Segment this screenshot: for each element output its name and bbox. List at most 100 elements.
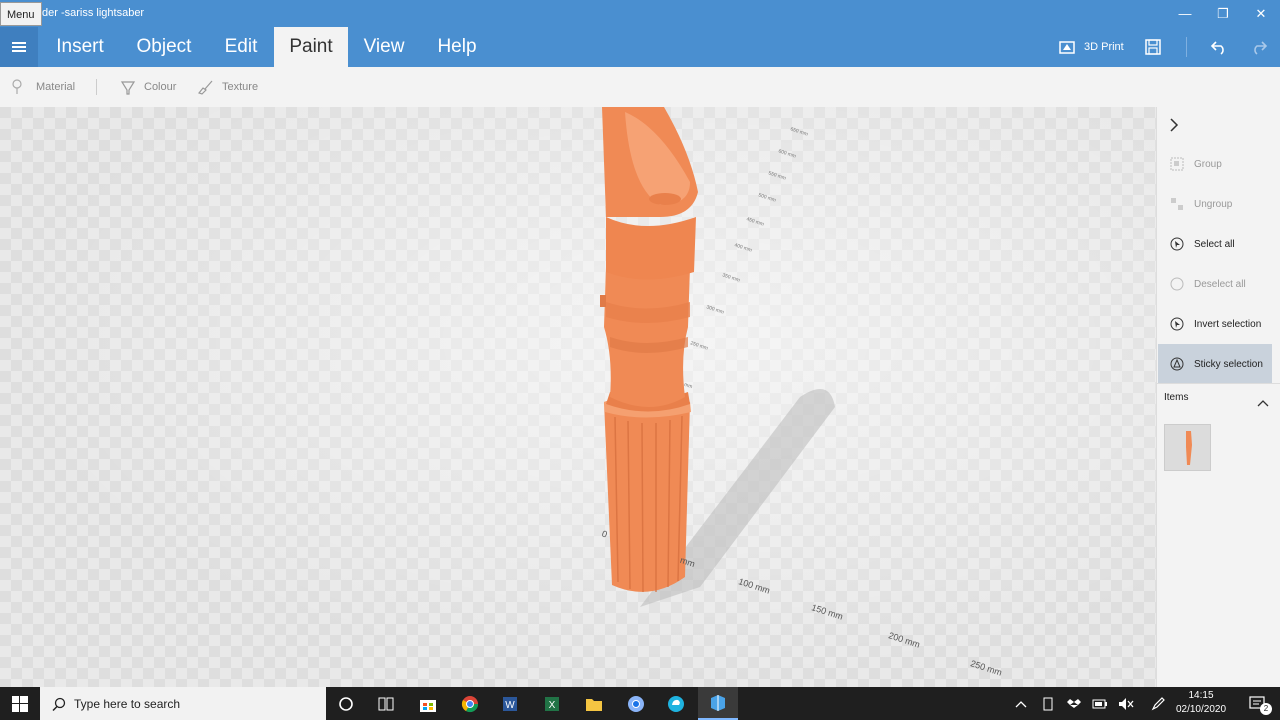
menu-button[interactable] — [0, 27, 38, 67]
material-label: Material — [36, 81, 76, 93]
battery-icon — [1092, 699, 1107, 708]
tab-edit[interactable]: Edit — [208, 27, 274, 67]
taskbar-clock[interactable]: 14:15 02/10/2020 — [1168, 689, 1234, 717]
start-button[interactable] — [0, 687, 40, 720]
volume-muted-icon — [1119, 697, 1134, 710]
invert-selection-icon — [1170, 317, 1184, 331]
material-icon — [12, 79, 22, 94]
search-placeholder: Type here to search — [74, 696, 181, 711]
select-all-icon — [1170, 237, 1184, 251]
toolbar-divider — [96, 79, 97, 95]
colour-label: Colour — [144, 81, 177, 93]
store-icon — [420, 699, 436, 712]
svg-text:W: W — [505, 700, 515, 711]
dropbox-icon — [1067, 698, 1081, 708]
item-thumbnail[interactable] — [1164, 424, 1211, 471]
edge-app[interactable] — [656, 687, 696, 720]
cortana-button[interactable] — [326, 687, 366, 720]
ungroup-label: Ungroup — [1194, 198, 1233, 210]
colour-icon — [120, 81, 136, 95]
tablet-icon — [1043, 697, 1053, 710]
ribbon-divider — [1186, 37, 1187, 57]
ribbon: Insert Object Edit Paint View Help 3D Pr… — [0, 27, 1280, 67]
tab-insert[interactable]: Insert — [40, 27, 120, 67]
minimize-button[interactable]: — — [1166, 0, 1204, 27]
sticky-selection-label: Sticky selection — [1194, 358, 1263, 370]
sticky-selection-button[interactable]: Sticky selection — [1158, 344, 1272, 384]
group-button[interactable]: Group — [1158, 144, 1272, 184]
pen-icon — [1151, 696, 1165, 710]
window-title: der -sariss lightsaber — [42, 7, 145, 19]
tab-paint[interactable]: Paint — [274, 27, 348, 67]
items-collapse-button[interactable] — [1257, 394, 1269, 412]
sticky-selection-icon — [1170, 357, 1184, 371]
taskbar-search[interactable]: Type here to search — [40, 687, 326, 720]
file-explorer-app[interactable] — [574, 687, 614, 720]
edge-icon — [668, 695, 684, 712]
select-all-button[interactable]: Select all — [1158, 224, 1272, 264]
deselect-all-button[interactable]: Deselect all — [1158, 264, 1272, 304]
texture-brush-icon — [197, 80, 213, 95]
selection-panel: Group Ungroup Select all Deselect all In… — [1156, 107, 1280, 687]
texture-button[interactable]: Texture — [196, 79, 258, 95]
title-bar: Menu der -sariss lightsaber — ❐ ✕ — [0, 0, 1280, 27]
excel-app[interactable]: X — [532, 687, 572, 720]
notification-badge: 2 — [1260, 703, 1272, 715]
maximize-button[interactable]: ❐ — [1204, 0, 1242, 27]
group-icon — [1170, 157, 1184, 171]
tab-view[interactable]: View — [352, 27, 416, 67]
task-view-icon — [378, 697, 394, 710]
3d-viewport[interactable]: 0 mm 100 mm 150 mm 200 mm 250 mm mm 250 … — [0, 107, 1156, 687]
close-icon: ✕ — [1255, 5, 1267, 21]
folder-icon — [586, 698, 602, 711]
tab-help[interactable]: Help — [422, 27, 492, 67]
volume-tray-button[interactable] — [1108, 687, 1144, 720]
panel-divider — [1157, 383, 1280, 384]
invert-selection-label: Invert selection — [1194, 318, 1262, 330]
cortana-icon — [339, 696, 353, 711]
chevron-right-icon — [1170, 118, 1179, 132]
menu-tooltip: Menu — [0, 2, 42, 26]
chrome-app[interactable] — [450, 687, 490, 720]
chevron-up-icon — [1257, 400, 1269, 407]
action-center-button[interactable]: 2 — [1236, 687, 1280, 720]
colour-button[interactable]: Colour — [120, 79, 176, 95]
excel-icon: X — [545, 696, 559, 711]
windows-logo-icon — [12, 695, 28, 712]
clock-time: 14:15 — [1188, 690, 1214, 701]
minimize-icon: — — [1178, 6, 1192, 21]
material-button[interactable]: Material — [10, 79, 75, 95]
3d-builder-app[interactable] — [698, 687, 738, 720]
word-app[interactable]: W — [490, 687, 530, 720]
redo-button[interactable] — [1250, 27, 1268, 67]
chevron-up-icon — [1015, 700, 1027, 707]
chrome-profile-app[interactable] — [616, 687, 656, 720]
3d-print-icon — [1059, 41, 1075, 54]
texture-label: Texture — [222, 81, 259, 93]
tab-object[interactable]: Object — [124, 27, 204, 67]
lightsaber-model[interactable] — [600, 107, 698, 593]
chrome-blue-icon — [628, 695, 644, 712]
collapse-panel-button[interactable] — [1169, 117, 1183, 133]
task-view-button[interactable] — [366, 687, 406, 720]
ungroup-button[interactable]: Ungroup — [1158, 184, 1272, 224]
maximize-icon: ❐ — [1217, 5, 1229, 21]
svg-text:X: X — [549, 700, 556, 711]
close-button[interactable]: ✕ — [1242, 0, 1280, 27]
items-header: Items — [1164, 392, 1189, 403]
deselect-all-label: Deselect all — [1194, 278, 1246, 290]
3d-print-label: 3D Print — [1084, 41, 1124, 53]
paint-toolbar: Material Colour Texture — [0, 67, 1280, 107]
3d-builder-icon — [711, 694, 725, 711]
hamburger-icon — [12, 42, 26, 52]
undo-button[interactable] — [1210, 27, 1228, 67]
save-icon — [1145, 39, 1161, 55]
select-all-label: Select all — [1194, 238, 1235, 250]
save-button[interactable] — [1144, 27, 1162, 67]
ungroup-icon — [1170, 197, 1184, 211]
invert-selection-button[interactable]: Invert selection — [1158, 304, 1272, 344]
store-app[interactable] — [408, 687, 448, 720]
3d-print-button[interactable]: 3D Print — [1058, 27, 1124, 67]
group-label: Group — [1194, 158, 1222, 170]
undo-icon — [1210, 41, 1224, 55]
